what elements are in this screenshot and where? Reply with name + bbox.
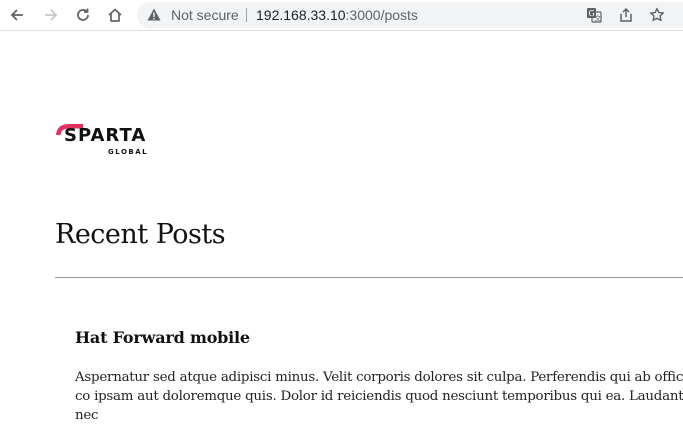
back-arrow-icon[interactable] (6, 4, 28, 26)
url-text[interactable]: 192.168.33.10:3000/posts (256, 7, 418, 23)
security-label[interactable]: Not secure (171, 7, 239, 23)
bookmark-star-icon[interactable] (647, 6, 667, 24)
url-path: :3000/posts (345, 7, 418, 23)
post-title[interactable]: Hat Forward mobile (75, 328, 250, 347)
share-icon[interactable] (616, 6, 636, 24)
browser-toolbar: Not secure 192.168.33.10:3000/posts G文 (0, 0, 683, 31)
warning-icon[interactable] (147, 8, 161, 26)
page-title: Recent Posts (55, 219, 226, 250)
address-divider (246, 8, 247, 22)
sparta-global-logo[interactable]: SPARTA GLOBAL (55, 121, 159, 161)
svg-text:文: 文 (594, 14, 601, 23)
title-divider (55, 277, 683, 278)
address-bar[interactable]: Not secure 192.168.33.10:3000/posts G文 (137, 2, 683, 28)
reload-icon[interactable] (72, 4, 94, 26)
forward-arrow-icon[interactable] (40, 4, 62, 26)
translate-icon[interactable]: G文 (584, 6, 604, 24)
logo-name: SPARTA (64, 125, 147, 146)
logo-subtitle: GLOBAL (108, 148, 149, 156)
post-body: Aspernatur sed atque adipisci minus. Vel… (75, 370, 683, 423)
url-host: 192.168.33.10 (256, 7, 346, 23)
home-icon[interactable] (104, 4, 126, 26)
